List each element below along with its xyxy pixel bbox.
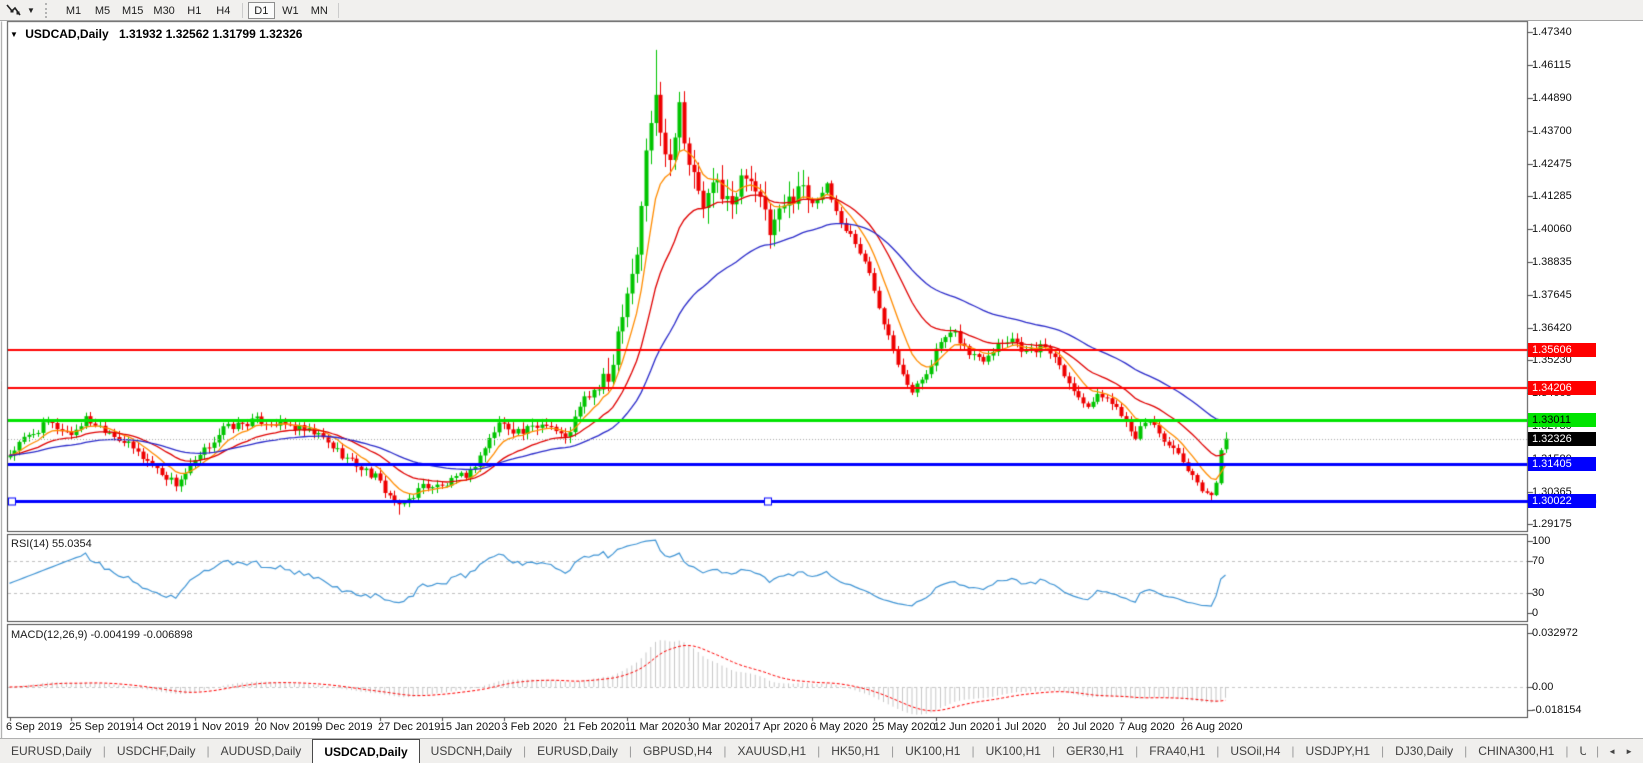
- timeframe-button-m5[interactable]: M5: [89, 2, 116, 19]
- timeframe-button-w1[interactable]: W1: [277, 2, 304, 19]
- timeframe-button-m30[interactable]: M30: [149, 2, 178, 19]
- date-axis-label: 6 Sep 2019: [6, 721, 63, 733]
- tab-scroll-left-icon[interactable]: ◄: [1608, 747, 1616, 756]
- date-axis-label: 14 Oct 2019: [131, 721, 191, 733]
- price-axis-tick: 1.38835: [1532, 256, 1572, 269]
- date-axis-label: 9 Dec 2019: [316, 721, 373, 733]
- tab-scroll-right-icon[interactable]: ►: [1625, 747, 1633, 756]
- date-axis-label: 1 Nov 2019: [192, 721, 250, 733]
- toolbar-grip-handle[interactable]: [45, 2, 51, 18]
- toolbar-separator: [337, 2, 339, 18]
- hline-price-label[interactable]: 1.30022: [1528, 494, 1596, 509]
- tab-usdcad-daily[interactable]: USDCAD,Daily: [312, 739, 420, 763]
- hline-price-label[interactable]: 1.33011: [1528, 413, 1596, 428]
- date-axis-label: 17 Apr 2020: [748, 721, 808, 733]
- date-axis-label: 12 Jun 2020: [933, 721, 995, 733]
- rsi-axis-tick: 30: [1532, 587, 1545, 599]
- timeframe-button-h1[interactable]: H1: [181, 2, 208, 19]
- rsi-axis-tick: 0: [1532, 607, 1539, 619]
- tab-usoil-h1[interactable]: USOil,H1: [1568, 739, 1586, 763]
- date-axis-label: 15 Jan 2020: [439, 721, 501, 733]
- tab-usoil-h4[interactable]: USOil,H4: [1219, 739, 1291, 763]
- rsi-axis-tick: 70: [1532, 555, 1545, 567]
- symbol-collapse-icon[interactable]: ▼: [10, 30, 18, 39]
- date-axis-label: 11 Mar 2020: [625, 721, 686, 733]
- chart-tab-bar: EURUSD,Daily | USDCHF,Daily | AUDUSD,Daily US…: [0, 738, 1643, 763]
- date-axis-label: 21 Feb 2020: [563, 721, 626, 733]
- rsi-axis-tick: 100: [1532, 535, 1551, 547]
- price-axis-tick: 1.36420: [1532, 321, 1572, 334]
- chart-canvas[interactable]: [0, 0, 1643, 763]
- toolbar-separator: [241, 2, 243, 18]
- rsi-indicator-label: RSI(14) 55.0354: [11, 538, 92, 550]
- price-axis-tick: 1.40060: [1532, 223, 1572, 236]
- hline-price-label[interactable]: 1.31405: [1528, 456, 1596, 471]
- price-axis-tick: 1.43700: [1532, 124, 1572, 137]
- timeframe-button-h4[interactable]: H4: [210, 2, 237, 19]
- toolbar: ▼ M1 M5 M15 M30 H1 H4 D1 W1 MN: [0, 0, 1643, 21]
- macd-axis-tick: -0.018154: [1532, 704, 1582, 716]
- tab-audusd-daily[interactable]: AUDUSD,Daily: [210, 739, 313, 763]
- timeframe-button-d1[interactable]: D1: [247, 1, 275, 19]
- date-axis-label: 20 Jul 2020: [1057, 721, 1115, 733]
- tab-scroll-controls: | ◄ ►: [1586, 739, 1643, 763]
- date-axis-label: 25 Sep 2019: [69, 721, 132, 733]
- price-axis-tick: 1.46115: [1532, 59, 1571, 72]
- tab-usdjpy-h1[interactable]: USDJPY,H1: [1295, 739, 1381, 763]
- timeframe-button-group: M1 M5 M15 M30 H1 H4 D1 W1 MN: [59, 1, 343, 19]
- tab-uk100-h1[interactable]: UK100,H1: [894, 739, 971, 763]
- date-axis-label: 30 Mar 2020: [686, 721, 749, 733]
- date-axis-label: 25 May 2020: [872, 721, 936, 733]
- timeframe-button-mn[interactable]: MN: [306, 2, 333, 19]
- macd-axis-tick: 0.032972: [1532, 627, 1578, 640]
- chart-objects-icon[interactable]: [3, 2, 23, 18]
- tab-separator: |: [1596, 744, 1600, 758]
- date-axis-label: 26 Aug 2020: [1180, 721, 1243, 733]
- price-axis-tick: 1.42475: [1532, 157, 1572, 170]
- tab-china300-h1[interactable]: CHINA300,H1: [1467, 739, 1565, 763]
- hline-price-label[interactable]: 1.34206: [1528, 380, 1596, 395]
- toolbar-dropdown-icon[interactable]: ▼: [23, 6, 39, 15]
- chart-tabs: EURUSD,Daily | USDCHF,Daily | AUDUSD,Daily US…: [0, 739, 1586, 763]
- price-axis-tick: 1.29175: [1532, 518, 1572, 530]
- timeframe-button-m1[interactable]: M1: [60, 2, 87, 19]
- macd-axis-tick: 0.00: [1532, 681, 1554, 693]
- price-axis-tick: 1.37645: [1532, 288, 1572, 301]
- date-axis-label: 27 Dec 2019: [378, 721, 441, 733]
- ohlc-values: 1.31932 1.32562 1.31799 1.32326: [118, 27, 303, 41]
- tab-dj30-daily[interactable]: DJ30,Daily: [1384, 739, 1464, 763]
- price-axis-tick: 1.44890: [1532, 92, 1572, 105]
- symbol-period-label: USDCAD,Daily: [25, 27, 109, 41]
- timeframe-button-m15[interactable]: M15: [118, 2, 147, 19]
- macd-indicator-label: MACD(12,26,9) -0.004199 -0.006898: [11, 629, 193, 641]
- price-axis-tick: 1.47340: [1532, 26, 1572, 38]
- tab-hk50-h1[interactable]: HK50,H1: [820, 739, 891, 763]
- date-axis-label: 3 Feb 2020: [501, 721, 558, 733]
- date-axis-label: 6 May 2020: [810, 721, 868, 733]
- tab-gbpusd-h4[interactable]: GBPUSD,H4: [632, 739, 723, 763]
- price-axis-tick: 1.41285: [1532, 190, 1572, 202]
- date-axis-label: 7 Aug 2020: [1119, 721, 1175, 733]
- date-axis-label: 20 Nov 2019: [254, 721, 317, 733]
- tab-usdcnh-daily[interactable]: USDCNH,Daily: [420, 739, 523, 763]
- tab-usdchf-daily[interactable]: USDCHF,Daily: [106, 739, 207, 763]
- hline-price-label[interactable]: 1.32326: [1528, 431, 1596, 446]
- tab-eurusd-daily[interactable]: EURUSD,Daily: [0, 739, 103, 763]
- tab-ger30-h1[interactable]: GER30,H1: [1055, 739, 1135, 763]
- hline-price-label[interactable]: 1.35606: [1528, 342, 1596, 357]
- tab-uk100-h1[interactable]: UK100,H1: [975, 739, 1052, 763]
- tab-eurusd-daily[interactable]: EURUSD,Daily: [526, 739, 629, 763]
- date-axis-label: 1 Jul 2020: [995, 721, 1047, 733]
- tab-fra40-h1[interactable]: FRA40,H1: [1138, 739, 1216, 763]
- chart-title[interactable]: ▼ USDCAD,Daily 1.31932 1.32562 1.31799 1…: [10, 27, 302, 41]
- tab-xauusd-h1[interactable]: XAUUSD,H1: [726, 739, 817, 763]
